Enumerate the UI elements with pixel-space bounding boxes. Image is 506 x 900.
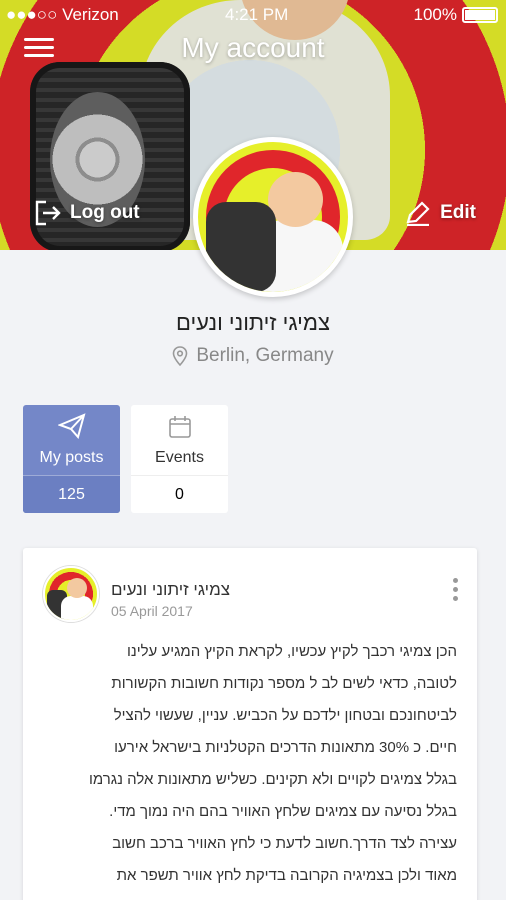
location-pin-icon bbox=[173, 346, 188, 366]
logout-button[interactable]: Log out bbox=[34, 200, 140, 226]
post-author-name[interactable]: צמיגי זיתוני ונעים bbox=[111, 580, 230, 600]
status-bar: ●●●○○ Verizon 4:21 PM 100% bbox=[0, 0, 506, 30]
post-line: חיים. כ 30% מתאונות הדרכים הקטלניות בישר… bbox=[114, 739, 457, 756]
post-date: 05 April 2017 bbox=[111, 603, 193, 619]
edit-label: Edit bbox=[440, 202, 476, 223]
post-line: עצירה לצד הדרך.חשוב לדעת כי לחץ האוויר ב… bbox=[112, 835, 457, 852]
profile-avatar[interactable] bbox=[193, 137, 353, 297]
post-line: בגלל צמיגים לקויים ולא תקינים. כשליש מתא… bbox=[89, 771, 457, 788]
post-line: לביטחונכם ובטחון ילדכם על הכביש. עניין, … bbox=[113, 707, 457, 724]
more-options-icon[interactable] bbox=[453, 578, 459, 601]
my-posts-label: My posts bbox=[39, 449, 104, 466]
paper-plane-icon bbox=[57, 413, 86, 439]
events-count: 0 bbox=[131, 475, 228, 513]
calendar-icon bbox=[168, 416, 191, 438]
post-line: לטובה, כדאי לשים לב ל מספר נקודות חשובות… bbox=[111, 675, 457, 692]
edit-button[interactable]: Edit bbox=[404, 200, 476, 226]
post-line: בגלל נסיעה עם צמיגים שלחץ האוויר בהם היה… bbox=[109, 803, 457, 820]
location-text: Berlin, Germany bbox=[196, 345, 334, 366]
post-card[interactable]: צמיגי זיתוני ונעים 05 April 2017 הכן צמי… bbox=[23, 548, 477, 900]
battery-percent: 100% bbox=[413, 5, 457, 24]
edit-icon bbox=[406, 201, 430, 226]
post-author-avatar[interactable] bbox=[43, 566, 99, 622]
logout-label: Log out bbox=[70, 202, 140, 223]
battery-icon bbox=[462, 7, 498, 23]
post-line: הכן צמיגי רכבך לקיץ עכשיו, לקראת הקיץ המ… bbox=[126, 643, 457, 660]
logout-icon bbox=[35, 200, 61, 226]
profile-location: Berlin, Germany bbox=[0, 345, 506, 367]
my-posts-tab[interactable]: My posts 125 bbox=[23, 405, 120, 513]
events-tab[interactable]: Events 0 bbox=[131, 405, 228, 513]
carrier-label: ●●●○○ Verizon bbox=[6, 5, 119, 24]
battery-indicator: 100% bbox=[414, 5, 498, 25]
my-posts-count: 125 bbox=[23, 475, 120, 513]
post-line: מאוד ולכן בצמיגיה הקרובה בדיקת לחץ אוויר… bbox=[116, 867, 457, 884]
events-label: Events bbox=[155, 449, 204, 466]
clock: 4:21 PM bbox=[225, 5, 289, 24]
page-title: My account bbox=[181, 32, 325, 63]
post-body: הכן צמיגי רכבך לקיץ עכשיו, לקראת הקיץ המ… bbox=[41, 636, 457, 892]
profile-name: צמיגי זיתוני ונעים bbox=[175, 310, 331, 335]
